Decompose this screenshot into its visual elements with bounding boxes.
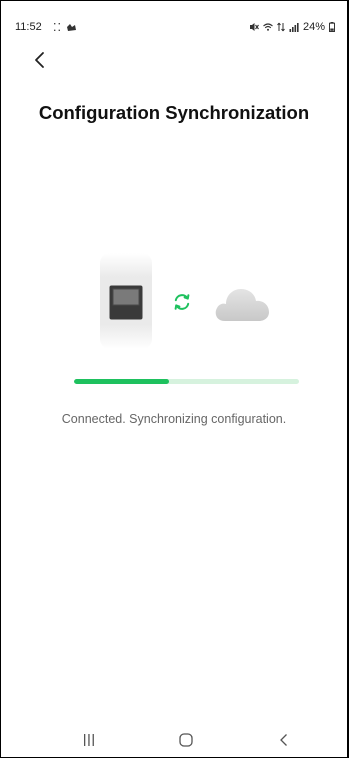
- wifi-icon: [263, 23, 273, 31]
- status-time: 11:52: [15, 21, 42, 33]
- mute-icon: [249, 23, 259, 31]
- recents-icon: [84, 734, 94, 746]
- page-title: Configuration Synchronization: [38, 102, 310, 123]
- home-button[interactable]: [166, 725, 206, 755]
- notification-icons: ⁚⁚: [53, 21, 77, 34]
- sync-status-message: Connected. Synchronizing configuration.: [61, 412, 287, 426]
- sync-arrows-icon: [174, 294, 190, 310]
- nav-back-button[interactable]: [264, 725, 304, 755]
- recents-button[interactable]: [69, 725, 109, 755]
- signal-icon: [289, 23, 299, 32]
- battery-icon: [329, 22, 335, 32]
- device-panel-icon: [109, 285, 143, 320]
- back-icon: [280, 734, 287, 746]
- cloud-icon: [215, 289, 269, 321]
- phone-screen: 11:52 ⁚⁚ 24% Configuration Synchronizati…: [0, 0, 349, 758]
- notification-app-icon: [67, 24, 77, 31]
- chevron-left-icon: [35, 52, 44, 68]
- sync-progress-bar: [74, 379, 299, 384]
- status-bar: 11:52 ⁚⁚ 24%: [15, 21, 335, 37]
- notification-dots: ⁚⁚: [53, 22, 62, 34]
- data-icon: [277, 22, 285, 32]
- status-right: 24%: [249, 21, 335, 33]
- system-nav-bar: [1, 725, 347, 755]
- battery-percent: 24%: [302, 21, 325, 33]
- home-icon: [179, 733, 193, 747]
- back-button[interactable]: [29, 49, 51, 71]
- sync-progress-fill: [74, 379, 169, 384]
